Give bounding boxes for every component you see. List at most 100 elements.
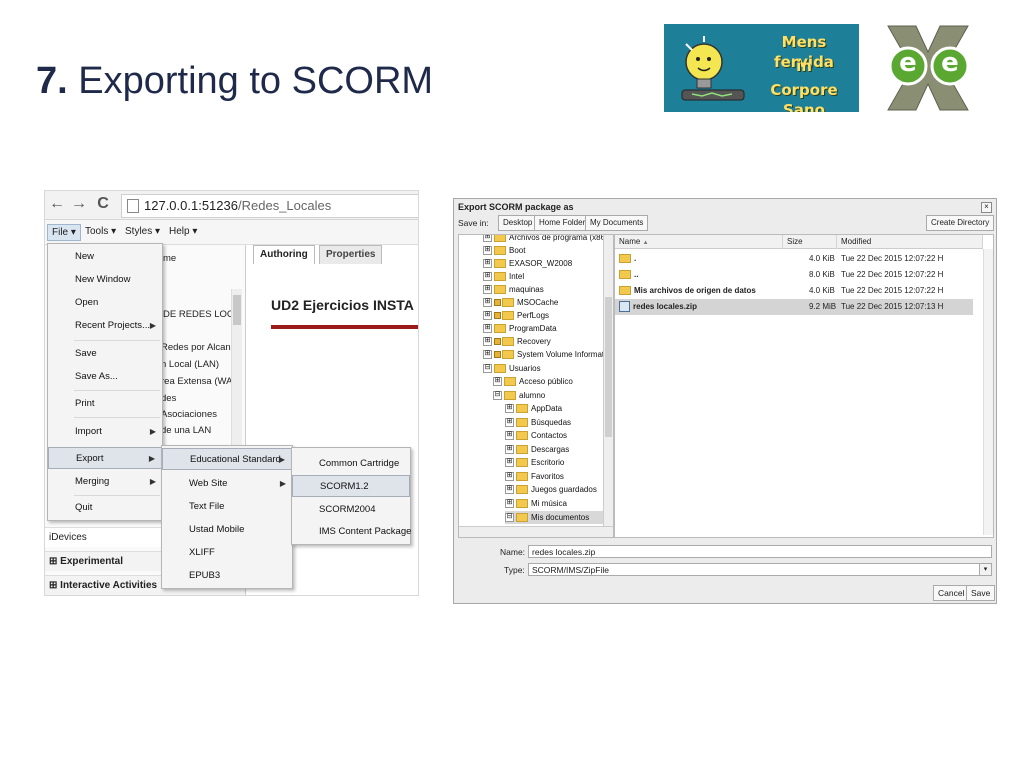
- tree-item[interactable]: ⊞ Juegos guardados: [505, 483, 597, 496]
- menu-styles[interactable]: Styles ▾: [121, 224, 164, 239]
- menu-item-save-as[interactable]: Save As...: [48, 366, 162, 388]
- close-icon[interactable]: ×: [981, 202, 992, 213]
- menu-item-recent-projects[interactable]: Recent Projects... ▶: [48, 315, 162, 337]
- submenu-arrow-icon: ▶: [278, 455, 285, 464]
- outline-line-2[interactable]: Redes por Alcanc: [161, 342, 235, 353]
- menu-item-scorm2004[interactable]: SCORM2004: [292, 499, 410, 521]
- folder-icon: [502, 311, 514, 321]
- file-list-scrollbar[interactable]: [983, 249, 993, 535]
- tab-authoring[interactable]: Authoring: [253, 245, 315, 264]
- file-type-select[interactable]: SCORM/IMS/ZipFile ▾: [528, 563, 992, 576]
- tree-item[interactable]: ⊞ Descargas: [505, 443, 569, 456]
- column-header-name[interactable]: Name ▲: [615, 235, 783, 249]
- tree-item[interactable]: ⊟ Usuarios: [483, 362, 541, 375]
- menu-item-print[interactable]: Print: [48, 393, 162, 415]
- outline-line-1[interactable]: DE REDES LOCA: [163, 309, 240, 320]
- menu-help[interactable]: Help ▾: [165, 224, 201, 239]
- lock-icon: [494, 351, 501, 359]
- exe-letter-right: e: [941, 48, 959, 78]
- menu-item-xliff[interactable]: XLIFF: [162, 542, 292, 564]
- file-list: Name ▲ Size Modified . 4.0 KiB Tue 22 De…: [614, 234, 994, 538]
- tree-item[interactable]: ⊞ Favoritos: [505, 470, 564, 483]
- location-home-folder-button[interactable]: Home Folder: [534, 215, 591, 231]
- tree-item[interactable]: ⊞ ProgramData: [483, 322, 557, 335]
- menu-tools[interactable]: Tools ▾: [81, 224, 120, 239]
- menu-item-quit[interactable]: Quit: [48, 497, 162, 519]
- outline-line-4[interactable]: rea Extensa (WA: [161, 376, 232, 387]
- outline-header-fragment: me: [163, 253, 177, 264]
- address-bar[interactable]: 127.0.0.1:51236 /Redes_Locales: [121, 194, 418, 218]
- tree-item[interactable]: ⊞ Contactos: [505, 429, 567, 442]
- tree-item[interactable]: ⊞ Escritorio: [505, 456, 564, 469]
- column-header-size[interactable]: Size: [783, 235, 837, 249]
- outline-line-6[interactable]: Asociaciones: [161, 409, 217, 420]
- menu-item-import[interactable]: Import ▶: [48, 421, 162, 443]
- document-title: UD2 Ejercicios INSTA: [271, 297, 414, 313]
- tree-item[interactable]: ⊞ Boot: [483, 244, 525, 257]
- folder-icon: [619, 254, 631, 264]
- location-desktop-button[interactable]: Desktop: [498, 215, 538, 231]
- outline-line-5[interactable]: des: [161, 393, 176, 404]
- file-row[interactable]: . 4.0 KiB Tue 22 Dec 2015 12:07:22 H: [615, 251, 973, 267]
- tree-item[interactable]: ⊞ Archivos de programa (x86): [483, 235, 608, 244]
- folder-icon: [619, 270, 631, 280]
- tree-item[interactable]: ⊞ maquinas: [483, 283, 544, 296]
- menu-item-text-file[interactable]: Text File: [162, 496, 292, 518]
- menu-item-new-window[interactable]: New Window: [48, 269, 162, 291]
- file-row[interactable]: .. 8.0 KiB Tue 22 Dec 2015 12:07:22 H: [615, 267, 973, 283]
- menu-item-open[interactable]: Open: [48, 292, 162, 314]
- menu-item-ims-content-package[interactable]: IMS Content Package: [292, 521, 411, 543]
- tree-item[interactable]: ⊞ Recovery: [483, 335, 551, 348]
- tree-horizontal-scrollbar[interactable]: [459, 526, 613, 537]
- menu-item-web-site[interactable]: Web Site ▶: [162, 473, 292, 495]
- name-label: Name:: [500, 547, 526, 557]
- lock-icon: [494, 299, 501, 307]
- tree-item[interactable]: ⊞ Intel: [483, 270, 524, 283]
- tree-item[interactable]: ⊟ alumno: [493, 389, 545, 402]
- column-header-modified[interactable]: Modified: [837, 235, 983, 249]
- folder-icon: [516, 431, 528, 441]
- outline-line-3[interactable]: n Local (LAN): [161, 359, 219, 370]
- tree-item[interactable]: ⊞ EXASOR_W2008: [483, 257, 572, 270]
- save-button[interactable]: Save: [966, 585, 996, 601]
- tree-item[interactable]: ⊞ Búsquedas: [505, 416, 571, 429]
- tree-vertical-scrollbar[interactable]: [603, 235, 613, 526]
- folder-icon: [516, 418, 528, 428]
- menu-item-scorm12[interactable]: SCORM1.2: [292, 475, 410, 497]
- menu-item-merging[interactable]: Merging ▶: [48, 471, 162, 493]
- reload-icon[interactable]: C: [93, 195, 113, 213]
- tab-properties[interactable]: Properties: [319, 245, 383, 264]
- location-my-documents-button[interactable]: My Documents: [585, 215, 649, 231]
- outline-line-7[interactable]: de una LAN: [161, 425, 211, 436]
- mens-fervida-logo: Mens fervida in Corpore Sano: [664, 24, 859, 112]
- menu-item-epub3[interactable]: EPUB3: [162, 565, 292, 587]
- tree-item-selected[interactable]: ⊟ Mis documentos: [505, 511, 603, 524]
- menu-item-ustad-mobile[interactable]: Ustad Mobile: [162, 519, 292, 541]
- back-arrow-icon[interactable]: ←: [47, 195, 67, 213]
- expand-icon[interactable]: ⊞: [49, 580, 57, 591]
- create-directory-button[interactable]: Create Directory: [926, 215, 995, 231]
- cancel-button[interactable]: Cancel: [933, 585, 970, 601]
- file-row[interactable]: Mis archivos de origen de datos 4.0 KiB …: [615, 283, 973, 299]
- forward-arrow-icon[interactable]: →: [69, 195, 89, 213]
- lock-icon: [494, 338, 501, 346]
- menu-item-export[interactable]: Export ▶: [48, 447, 162, 469]
- tree-item[interactable]: ⊞ PerfLogs: [483, 309, 549, 322]
- tree-item[interactable]: ⊞ AppData: [505, 402, 562, 415]
- folder-icon: [494, 259, 506, 269]
- submenu-arrow-icon: ▶: [279, 479, 286, 488]
- menu-item-common-cartridge[interactable]: Common Cartridge: [292, 453, 410, 475]
- tree-item[interactable]: ⊞ System Volume Information: [483, 348, 613, 361]
- folder-icon: [502, 350, 514, 360]
- menu-item-educational-standard[interactable]: Educational Standard ▶: [162, 448, 292, 470]
- menu-item-new[interactable]: New: [48, 246, 162, 268]
- menu-item-save[interactable]: Save: [48, 343, 162, 365]
- submenu-arrow-icon: ▶: [149, 321, 156, 330]
- menu-file[interactable]: File ▾: [47, 224, 81, 241]
- file-row-selected[interactable]: redes locales.zip 9.2 MiB Tue 22 Dec 201…: [615, 299, 973, 315]
- expand-icon[interactable]: ⊞: [49, 556, 57, 567]
- tree-item[interactable]: ⊞ Mi música: [505, 497, 567, 510]
- tree-item[interactable]: ⊞ Acceso público: [493, 375, 573, 388]
- file-name-input[interactable]: redes locales.zip: [528, 545, 992, 558]
- tree-item[interactable]: ⊞ MSOCache: [483, 296, 558, 309]
